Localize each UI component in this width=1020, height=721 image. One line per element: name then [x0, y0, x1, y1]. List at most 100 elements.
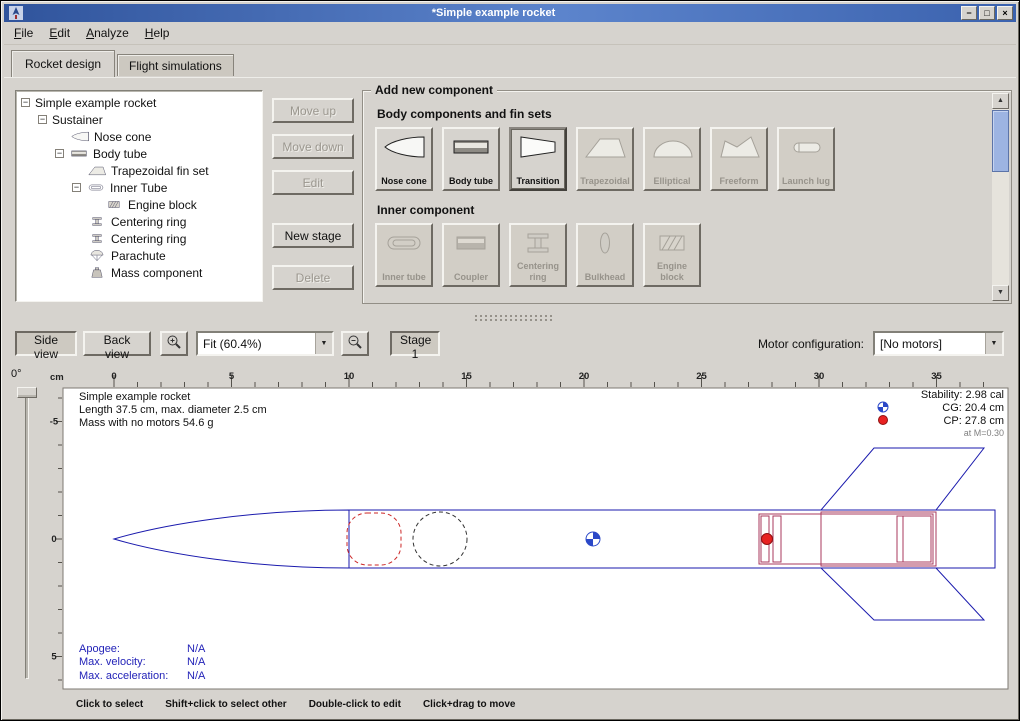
svg-text:5: 5 [51, 652, 57, 663]
tree-item-simple-example-rocket[interactable]: −Simple example rocket [16, 94, 262, 111]
scroll-up-arrow[interactable]: ▲ [992, 93, 1009, 109]
horizontal-ruler: 05101520253035 [111, 371, 983, 387]
motor-configuration-value: [No motors] [875, 337, 985, 351]
tree-item-engine-block[interactable]: Engine block [16, 196, 262, 213]
add-inner-tube-button[interactable]: Inner tube [375, 223, 433, 287]
bulkhead-icon [583, 228, 627, 258]
menu-help[interactable]: Help [137, 23, 178, 43]
new-stage-button[interactable]: New stage [272, 223, 354, 248]
ruler-unit-label: cm [50, 372, 64, 383]
rocket-dimensions-text: Length 37.5 cm, max. diameter 2.5 cm [79, 404, 267, 416]
svg-text:20: 20 [579, 371, 590, 382]
move-up-button[interactable]: Move up [272, 98, 354, 123]
add-transition-button[interactable]: Transition [509, 127, 567, 191]
rotation-slider-handle[interactable] [17, 387, 37, 398]
component-button-label: Elliptical [653, 176, 690, 186]
menu-analyze[interactable]: Analyze [78, 23, 137, 43]
tree-item-nose-cone[interactable]: Nose cone [16, 128, 262, 145]
component-button-label: Nose cone [381, 176, 427, 186]
tree-item-trapezoidal-fin-set[interactable]: Trapezoidal fin set [16, 162, 262, 179]
app-icon [9, 6, 23, 20]
component-scrollbar[interactable]: ▲ ▼ [992, 93, 1009, 301]
rocket-canvas[interactable]: 05101520253035 -505 cm [47, 367, 1009, 691]
component-button-label: Freeform [719, 176, 758, 186]
close-button[interactable]: × [997, 6, 1013, 20]
titlebar: *Simple example rocket − □ × [4, 4, 1016, 22]
transition-icon [516, 132, 560, 162]
add-body-tube-button[interactable]: Body tube [442, 127, 500, 191]
tree-item-label: Engine block [128, 198, 197, 212]
stage-1-toggle[interactable]: Stage 1 [390, 331, 440, 356]
add-engine-block-button[interactable]: Engine block [643, 223, 701, 287]
svg-text:30: 30 [814, 371, 825, 382]
tree-item-mass-component[interactable]: Mass component [16, 264, 262, 281]
add-nose-cone-button[interactable]: Nose cone [375, 127, 433, 191]
minimize-button[interactable]: − [961, 6, 977, 20]
hint-click-drag: Click+drag to move [423, 699, 516, 710]
scroll-down-arrow[interactable]: ▼ [992, 285, 1009, 301]
centering-ring-icon [87, 215, 107, 228]
tree-item-parachute[interactable]: Parachute [16, 247, 262, 264]
zoom-level-value: Fit (60.4%) [198, 337, 315, 351]
rotation-slider-track[interactable] [25, 391, 29, 679]
inner-tube-icon [382, 228, 426, 258]
tree-expander-icon[interactable]: − [72, 183, 81, 192]
rocket-mass-text: Mass with no motors 54.6 g [79, 417, 214, 429]
tree-expander-icon[interactable]: − [55, 149, 64, 158]
menu-file[interactable]: File [6, 23, 41, 43]
tree-item-label: Simple example rocket [35, 96, 156, 110]
body-tube-icon [449, 132, 493, 162]
delete-button[interactable]: Delete [272, 265, 354, 290]
component-button-label: Trapezoidal [580, 176, 630, 186]
cp-marker [762, 534, 773, 545]
tree-item-centering-ring[interactable]: Centering ring [16, 230, 262, 247]
tab-flight-simulations[interactable]: Flight simulations [117, 54, 234, 76]
chevron-down-icon[interactable]: ▼ [985, 333, 1002, 354]
add-trapezoidal-button[interactable]: Trapezoidal [576, 127, 634, 191]
zoom-in-button[interactable] [160, 331, 188, 356]
move-down-button[interactable]: Move down [272, 134, 354, 159]
max-velocity-value: N/A [187, 656, 206, 668]
max-velocity-label: Max. velocity: [79, 656, 146, 668]
hint-shift-click: Shift+click to select other [165, 699, 286, 710]
add-coupler-button[interactable]: Coupler [442, 223, 500, 287]
tree-item-centering-ring[interactable]: Centering ring [16, 213, 262, 230]
back-view-button[interactable]: Back view [83, 331, 151, 356]
add-centering-ring-button[interactable]: Centering ring [509, 223, 567, 287]
component-tree[interactable]: −Simple example rocket−SustainerNose con… [15, 90, 263, 302]
add-freeform-button[interactable]: Freeform [710, 127, 768, 191]
tree-expander-icon[interactable]: − [21, 98, 30, 107]
tree-item-sustainer[interactable]: −Sustainer [16, 111, 262, 128]
body-tube-icon [69, 147, 89, 160]
add-launch-lug-button[interactable]: Launch lug [777, 127, 835, 191]
nose-cone-icon [382, 132, 426, 162]
component-button-label: Inner tube [382, 272, 426, 282]
zoom-in-icon [166, 334, 182, 353]
side-view-button[interactable]: Side view [15, 331, 77, 356]
scrollbar-thumb[interactable] [992, 110, 1009, 172]
svg-text:-5: -5 [50, 417, 59, 428]
svg-text:15: 15 [461, 371, 472, 382]
cg-value: CG: 20.4 cm [942, 402, 1004, 414]
tree-item-label: Parachute [111, 249, 166, 263]
chevron-down-icon[interactable]: ▼ [315, 333, 332, 354]
zoom-out-button[interactable] [341, 331, 369, 356]
tree-item-inner-tube[interactable]: −Inner Tube [16, 179, 262, 196]
tree-expander-icon[interactable]: − [38, 115, 47, 124]
tab-rocket-design[interactable]: Rocket design [11, 50, 115, 77]
edit-button[interactable]: Edit [272, 170, 354, 195]
add-elliptical-button[interactable]: Elliptical [643, 127, 701, 191]
component-button-label: Body tube [449, 176, 493, 186]
zoom-level-select[interactable]: Fit (60.4%) ▼ [196, 331, 334, 356]
motor-configuration-select[interactable]: [No motors] ▼ [873, 331, 1004, 356]
menu-edit[interactable]: Edit [41, 23, 78, 43]
svg-text:5: 5 [229, 371, 235, 382]
add-bulkhead-button[interactable]: Bulkhead [576, 223, 634, 287]
nose-cone-icon [70, 130, 90, 143]
splitter-handle[interactable] [474, 314, 554, 321]
maximize-button[interactable]: □ [979, 6, 995, 20]
coupler-icon [449, 228, 493, 258]
tree-item-body-tube[interactable]: −Body tube [16, 145, 262, 162]
elliptical-icon [650, 132, 694, 162]
component-button-label: Bulkhead [585, 272, 626, 282]
